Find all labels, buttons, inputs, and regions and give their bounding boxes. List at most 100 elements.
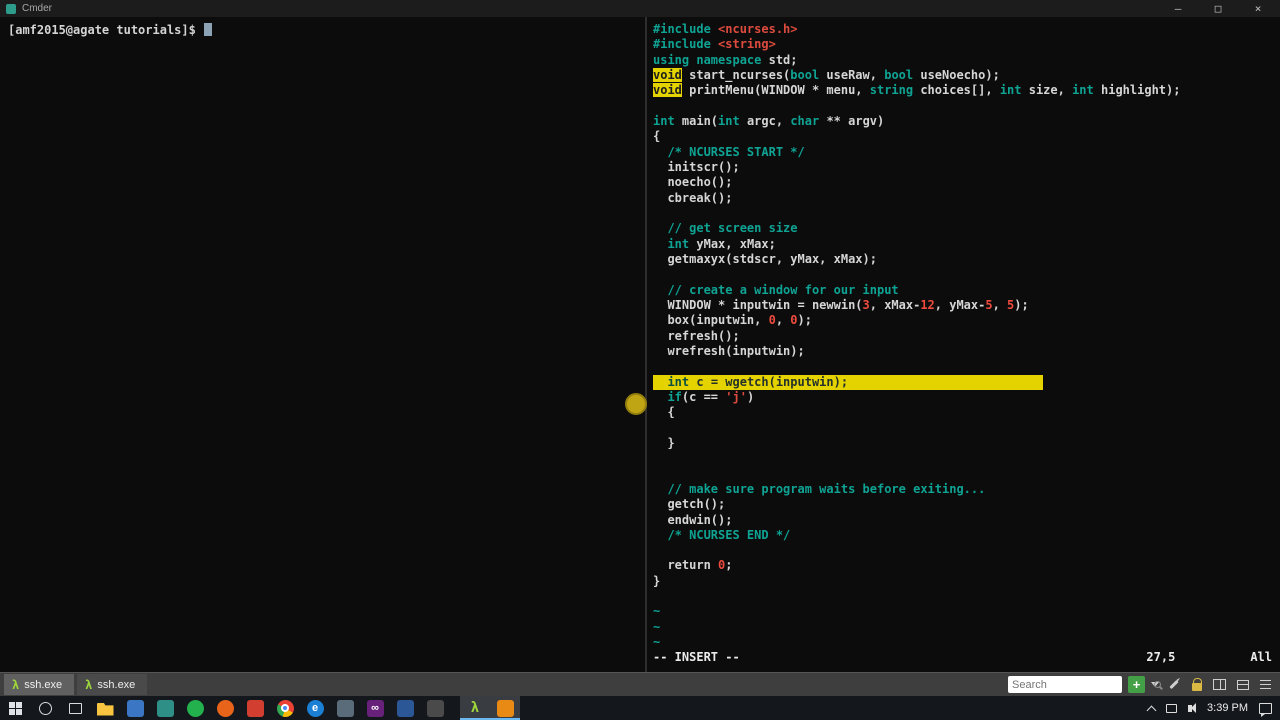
code-line: /* NCURSES END */ (667, 527, 791, 542)
taskbar-app-edge[interactable]: e (300, 696, 330, 720)
action-center-icon[interactable] (1259, 702, 1272, 717)
cursor-position: 27,5 (1146, 650, 1176, 665)
cmder-app-icon (6, 3, 16, 14)
app-slate-icon (336, 699, 354, 717)
taskbar-app-app-dark[interactable] (420, 696, 450, 720)
tray-icon-display[interactable] (1166, 703, 1178, 713)
pinned-apps: e ∞ λ (90, 696, 520, 720)
system-tray: 3:39 PM (1146, 696, 1280, 720)
code-line: } (653, 573, 661, 588)
code-line: ~ (653, 635, 661, 650)
tab-label: ssh.exe (97, 678, 136, 691)
lock-console-button[interactable] (1188, 676, 1205, 693)
minimize-button[interactable]: – (1172, 1, 1184, 17)
lock-icon (1191, 677, 1202, 691)
code-line: box(inputwin, 0, 0); (653, 313, 812, 328)
taskbar-clock[interactable]: 3:39 PM (1207, 702, 1248, 714)
code-line: return 0; (653, 558, 733, 573)
taskbar-app-app-green-circle[interactable] (180, 696, 210, 720)
search-icon (1154, 681, 1161, 688)
code-line: void printMenu(WINDOW * menu, string cho… (653, 83, 1181, 98)
code-line: { (653, 405, 675, 420)
code-line: getmaxyx(stdscr, yMax, xMax); (653, 251, 877, 266)
windows-logo-icon (8, 701, 22, 715)
taskbar-app-app-blue-2[interactable] (390, 696, 420, 720)
console-tab-bar: λ ssh.exe λ ssh.exe + (0, 672, 1280, 696)
terminal-cursor (203, 23, 212, 36)
code-line: ~ (653, 619, 661, 634)
cmder-icon: λ (470, 700, 480, 716)
sublime-text-icon (496, 699, 514, 717)
code-line: endwin(); (653, 512, 733, 527)
taskbar-app-app-blue[interactable] (120, 696, 150, 720)
search-box[interactable] (1008, 676, 1161, 693)
taskbar-app-app-teal[interactable] (150, 696, 180, 720)
app-blue-icon (126, 699, 144, 717)
close-button[interactable]: × (1252, 1, 1264, 17)
taskbar-app-file-explorer[interactable] (90, 696, 120, 720)
mouse-click-indicator (625, 393, 647, 415)
app-teal-icon (156, 699, 174, 717)
app-red-icon (246, 699, 264, 717)
pencil-icon (1168, 679, 1179, 690)
start-button[interactable] (0, 696, 30, 720)
windows-taskbar: e ∞ λ 3:39 PM (0, 696, 1280, 720)
chrome-icon (276, 699, 294, 717)
new-console-button[interactable]: + (1128, 676, 1145, 693)
code-line: // get screen size (667, 221, 798, 236)
window-controls: – □ × (1172, 1, 1274, 17)
menu-button[interactable] (1257, 676, 1274, 693)
cortana-icon (38, 701, 52, 715)
console-tab[interactable]: λ ssh.exe (77, 674, 148, 695)
code-line: initscr(); (653, 159, 740, 174)
code-line: wrefresh(inputwin); (653, 343, 805, 358)
taskbar-app-firefox[interactable] (210, 696, 240, 720)
vim-status-line: -- INSERT -- 27,5 All (653, 650, 1280, 665)
task-view-button[interactable] (60, 696, 90, 720)
code-line: getch(); (653, 497, 726, 512)
code-line: int main(int argc, char ** argv) (653, 113, 885, 128)
taskbar-app-sublime-text[interactable] (490, 696, 520, 720)
cortana-search-button[interactable] (30, 696, 60, 720)
taskbar-app-app-red[interactable] (240, 696, 270, 720)
code-line: /* NCURSES START */ (667, 144, 805, 159)
editor-pane[interactable]: #include <ncurses.h> #include <string> usi… (645, 17, 1280, 672)
tray-chevron-up-icon[interactable] (1146, 705, 1157, 715)
taskbar-app-chrome[interactable] (270, 696, 300, 720)
code-line: WINDOW * inputwin = newwin(3, xMax-12, y… (653, 297, 1029, 312)
firefox-icon (216, 699, 234, 717)
code-line: } (653, 435, 675, 450)
layout-button[interactable] (1234, 676, 1251, 693)
rename-tab-button[interactable] (1165, 676, 1182, 693)
console-tab[interactable]: λ ssh.exe (4, 674, 75, 695)
code-line: refresh(); (653, 328, 740, 343)
code-line: // make sure program waits before exitin… (667, 481, 986, 496)
lambda-icon: λ (85, 677, 93, 692)
taskbar-app-app-slate[interactable] (330, 696, 360, 720)
lambda-icon: λ (12, 677, 20, 692)
cmder-window: Cmder – □ × [amf2015@agate tutorials]$ #in… (0, 0, 1280, 720)
visual-studio-icon: ∞ (366, 699, 384, 717)
code-line: // create a window for our input (667, 282, 899, 297)
split-view-button[interactable] (1211, 676, 1228, 693)
tray-icon-volume[interactable] (1188, 702, 1197, 713)
code-line: cbreak(); (653, 190, 733, 205)
taskbar-app-visual-studio[interactable]: ∞ (360, 696, 390, 720)
terminal-pane[interactable]: [amf2015@agate tutorials]$ (0, 17, 645, 672)
tab-label: ssh.exe (24, 678, 63, 691)
edge-icon: e (306, 699, 324, 717)
code-area[interactable]: #include <ncurses.h> #include <string> usi… (653, 22, 1280, 650)
code-line: { (653, 129, 661, 144)
scroll-indicator: All (1250, 650, 1272, 665)
code-line: int yMax, xMax; (667, 236, 776, 251)
tab-list: λ ssh.exe λ ssh.exe (4, 674, 148, 695)
window-title: Cmder (22, 3, 53, 14)
app-dark-icon (426, 699, 444, 717)
taskbar-app-cmder[interactable]: λ (460, 696, 490, 720)
maximize-button[interactable]: □ (1212, 1, 1224, 17)
